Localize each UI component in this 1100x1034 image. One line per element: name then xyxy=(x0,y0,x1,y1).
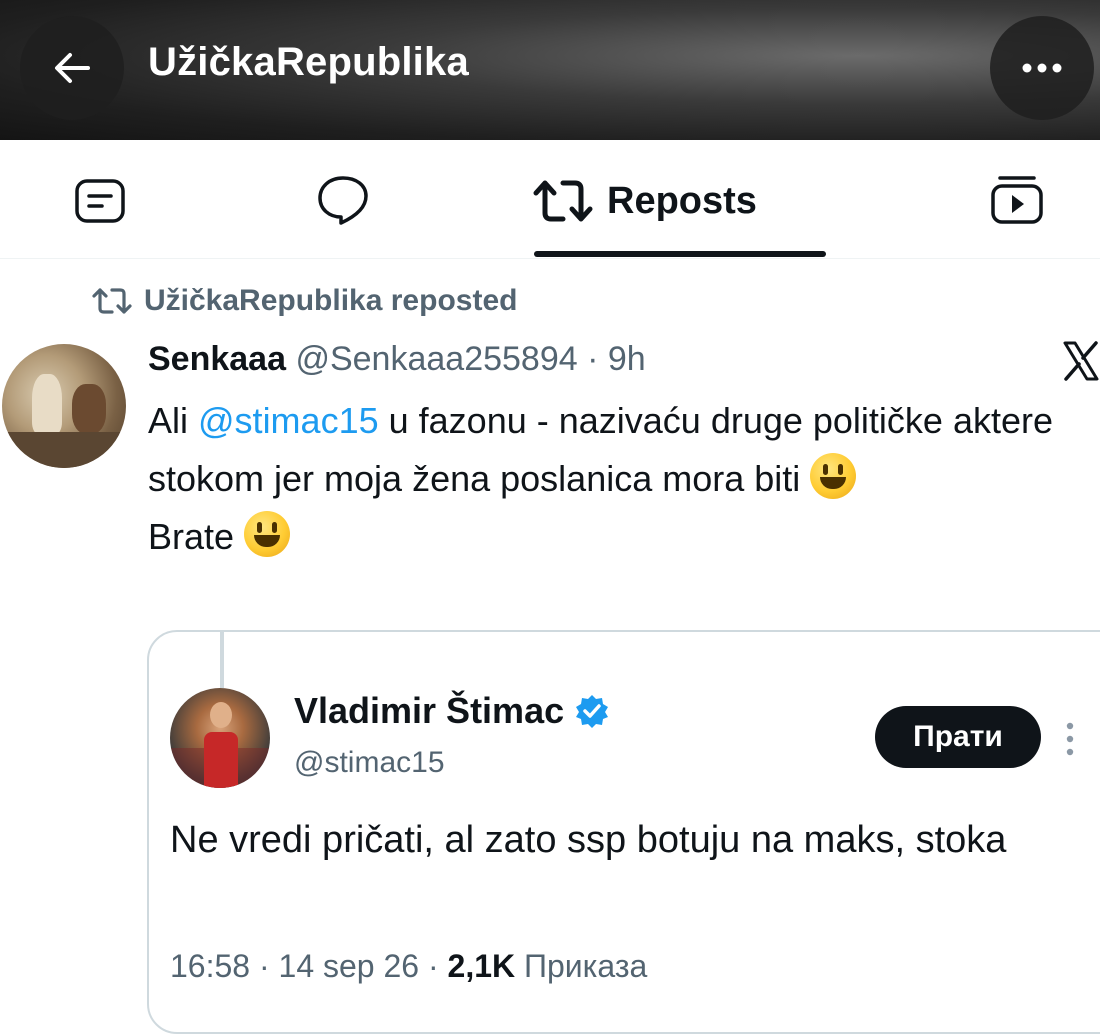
tweet-text-line2: Brate xyxy=(148,516,245,557)
more-vertical-icon[interactable] xyxy=(1064,722,1076,756)
quoted-date: 14 sep 26 xyxy=(278,948,420,984)
author-name[interactable]: Senkaaa xyxy=(148,340,286,378)
smiley-emoji-icon xyxy=(810,453,857,499)
profile-header: UžičkaRepublika xyxy=(0,0,1100,140)
x-logo-icon xyxy=(1063,341,1099,381)
views-label: Приказа xyxy=(524,948,648,984)
author-handle[interactable]: @Senkaaa255894 xyxy=(295,340,577,378)
more-options-button[interactable] xyxy=(990,16,1094,120)
tweet-text: Ali @stimac15 u fazonu - nazivaću druge … xyxy=(148,392,1088,566)
views-count: 2,1K xyxy=(447,948,516,984)
tab-reposts[interactable]: Reposts xyxy=(533,176,757,226)
repost-icon xyxy=(533,180,593,222)
avatar[interactable] xyxy=(2,344,126,468)
quoted-author-name[interactable]: Vladimir Štimac xyxy=(294,690,564,732)
quoted-author-line: Vladimir Štimac xyxy=(294,690,610,732)
quoted-tweet-meta: 16:58 · 14 sep 26 · 2,1K Приказа xyxy=(170,948,648,984)
page-title: UžičkaRepublika xyxy=(148,40,469,84)
quoted-time: 16:58 xyxy=(170,948,251,984)
tweet-time[interactable]: 9h xyxy=(608,340,646,378)
tab-reposts-label: Reposts xyxy=(607,179,757,222)
arrow-left-icon xyxy=(55,53,90,83)
mention-link[interactable]: @stimac15 xyxy=(198,400,379,441)
repost-context: UžičkaRepublika reposted xyxy=(92,284,517,318)
tweet-text-part: Ali xyxy=(148,400,199,441)
follow-button[interactable]: Прати xyxy=(875,706,1041,768)
verified-badge-icon xyxy=(576,695,609,728)
smiley-emoji-icon xyxy=(244,511,291,557)
meta-separator: · xyxy=(577,340,608,378)
thread-connector xyxy=(220,630,224,688)
repost-context-label: UžičkaRepublika reposted xyxy=(144,284,518,317)
active-tab-indicator xyxy=(534,251,826,257)
tab-media-icon[interactable] xyxy=(990,174,1044,226)
back-button[interactable] xyxy=(20,16,124,120)
quoted-avatar[interactable] xyxy=(170,688,270,788)
quoted-author-handle[interactable]: @stimac15 xyxy=(294,746,445,780)
tab-posts-icon[interactable] xyxy=(74,178,126,224)
repost-small-icon xyxy=(92,288,132,314)
more-horizontal-icon xyxy=(1022,63,1062,73)
quoted-tweet-text: Ne vredi pričati, al zato ssp botuju na … xyxy=(170,819,1007,861)
tab-replies-icon[interactable] xyxy=(316,174,370,226)
tweet-author-line: Senkaaa @Senkaaa255894 · 9h xyxy=(148,340,646,379)
tab-bar: Reposts xyxy=(0,140,1100,259)
